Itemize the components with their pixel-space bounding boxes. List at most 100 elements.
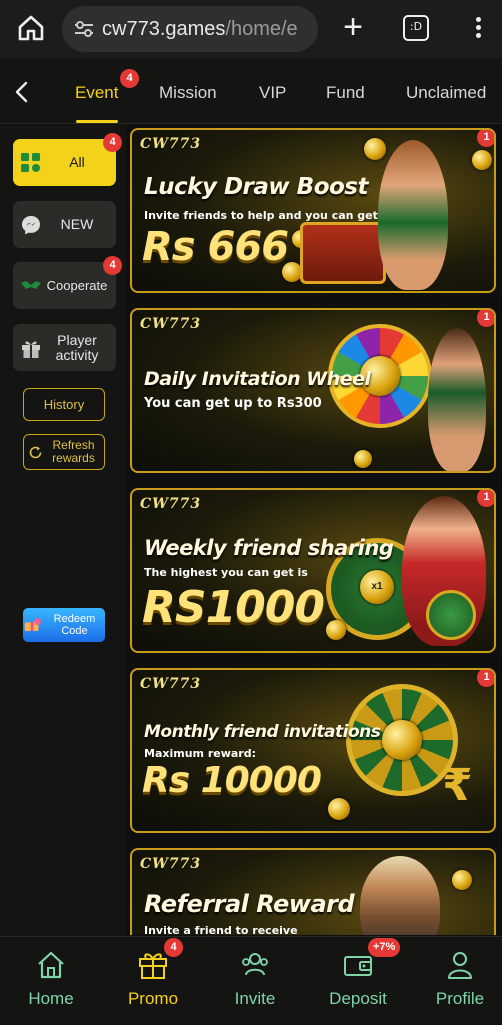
coin-decoration bbox=[354, 450, 372, 468]
banner-badge: 1 bbox=[477, 130, 494, 147]
active-tab-indicator bbox=[76, 120, 118, 123]
nav-label: Home bbox=[28, 989, 74, 1008]
event-tab-badge: 4 bbox=[120, 69, 139, 88]
nav-label: Profile bbox=[435, 989, 485, 1008]
redeem-code-label: Redeem Code bbox=[53, 613, 96, 637]
event-banner-monthly-invitations[interactable]: CW773 ₹ Monthly friend invitations Maxim… bbox=[130, 668, 496, 833]
address-bar[interactable]: cw773.games/home/e bbox=[62, 6, 318, 52]
tab-mission[interactable]: Mission bbox=[159, 83, 217, 103]
event-banner-referral[interactable]: CW773 Referral Reward Invite a friend to… bbox=[130, 848, 496, 935]
banner-subtitle: Invite a friend to receive bbox=[144, 924, 298, 935]
coin-decoration bbox=[364, 138, 386, 160]
banner-amount: Rs 666 bbox=[142, 224, 289, 270]
banner-amount: RS1000 bbox=[142, 582, 325, 633]
banner-title: Lucky Draw Boost bbox=[144, 174, 369, 200]
refresh-rewards-button[interactable]: Refresh rewards bbox=[23, 434, 105, 470]
banner-title: Referral Reward bbox=[144, 890, 355, 918]
banner-badge: 1 bbox=[477, 490, 494, 507]
character-illustration bbox=[428, 328, 486, 471]
share-arrow-icon bbox=[426, 590, 476, 640]
new-tab-icon[interactable]: + bbox=[338, 10, 368, 44]
event-banner-daily-wheel[interactable]: CW773 Daily Invitation Wheel You can get… bbox=[130, 308, 496, 473]
banner-subtitle: Maximum reward: bbox=[144, 747, 256, 760]
event-tabs: Event 4 Mission VIP Fund Unclaimed bbox=[0, 58, 502, 124]
browser-toolbar: cw773.games/home/e + :D bbox=[0, 0, 502, 58]
brand-logo: CW773 bbox=[140, 496, 202, 512]
profile-icon bbox=[448, 952, 472, 979]
deposit-bonus-badge: +7% bbox=[368, 938, 401, 957]
promo-badge: 4 bbox=[164, 938, 183, 957]
banner-title: Daily Invitation Wheel bbox=[144, 368, 371, 390]
site-settings-icon[interactable] bbox=[74, 20, 94, 38]
refresh-rewards-label: Refresh rewards bbox=[52, 438, 95, 465]
character-illustration bbox=[378, 140, 448, 290]
sidebar-item-label: All bbox=[69, 154, 85, 170]
invite-icon bbox=[242, 953, 268, 976]
redeem-gift-icon bbox=[24, 618, 42, 632]
browser-home-icon[interactable] bbox=[16, 13, 46, 43]
banner-badge: 1 bbox=[477, 670, 494, 687]
banner-title: Weekly friend sharing bbox=[144, 536, 394, 560]
nav-label: Promo bbox=[127, 989, 179, 1008]
url-path: /home/e bbox=[225, 17, 298, 40]
nav-profile[interactable]: Profile bbox=[410, 937, 502, 1025]
sidebar-item-player-activity[interactable]: Player activity bbox=[13, 324, 116, 371]
coin-decoration bbox=[452, 870, 472, 890]
chat-bubble-icon bbox=[22, 215, 40, 234]
sidebar-item-label: NEW bbox=[60, 216, 94, 232]
grid-icon bbox=[21, 152, 40, 172]
brand-logo: CW773 bbox=[140, 136, 202, 152]
nav-home[interactable]: Home bbox=[1, 937, 101, 1025]
banner-title: Monthly friend invitations bbox=[144, 722, 381, 742]
brand-logo: CW773 bbox=[140, 676, 202, 692]
sidebar-item-new[interactable]: NEW bbox=[13, 201, 116, 248]
banner-subtitle: You can get up to Rs300 bbox=[144, 396, 322, 411]
wheel-hub: x1 bbox=[360, 570, 394, 604]
gift-icon bbox=[139, 953, 167, 979]
banner-badge: 1 bbox=[477, 310, 494, 327]
sidebar-all-badge: 4 bbox=[103, 133, 122, 152]
nav-label: Deposit bbox=[329, 989, 387, 1008]
treasure-chest bbox=[300, 222, 386, 284]
sidebar-cooperate-badge: 4 bbox=[103, 256, 122, 275]
nav-label: Invite bbox=[234, 989, 276, 1008]
tab-vip[interactable]: VIP bbox=[259, 83, 286, 103]
browser-menu-icon[interactable] bbox=[466, 14, 490, 44]
home-icon bbox=[38, 951, 64, 979]
tab-unclaimed[interactable]: Unclaimed bbox=[406, 83, 486, 103]
refresh-icon bbox=[29, 446, 42, 458]
banner-subtitle: Invite friends to help and you can get bbox=[144, 209, 378, 222]
sidebar-item-label: Cooperate bbox=[46, 278, 108, 293]
sidebar-item-cooperate[interactable]: Cooperate bbox=[13, 262, 116, 309]
event-banner-list: CW773 Lucky Draw Boost Invite friends to… bbox=[126, 125, 502, 935]
category-sidebar: All 4 NEW Cooperate 4 Player activity Hi… bbox=[0, 125, 126, 935]
handshake-icon bbox=[21, 280, 41, 289]
gift-box-icon bbox=[22, 341, 40, 358]
banner-amount: Rs 10000 bbox=[142, 760, 322, 801]
banner-subtitle: The highest you can get is bbox=[144, 566, 308, 579]
tab-event[interactable]: Event bbox=[75, 83, 118, 103]
coin-decoration bbox=[472, 150, 492, 170]
url-text: cw773.games/home/e bbox=[102, 18, 298, 41]
rupee-icon: ₹ bbox=[442, 760, 473, 811]
history-button[interactable]: History bbox=[23, 388, 105, 421]
tab-fund[interactable]: Fund bbox=[326, 83, 365, 103]
nav-invite[interactable]: Invite bbox=[205, 937, 305, 1025]
nav-promo[interactable]: Promo bbox=[103, 937, 203, 1025]
event-banner-lucky-draw[interactable]: CW773 Lucky Draw Boost Invite friends to… bbox=[130, 128, 496, 293]
coin-decoration bbox=[328, 798, 350, 820]
url-host: cw773.games bbox=[102, 17, 226, 40]
wallet-icon bbox=[344, 956, 372, 976]
tab-switcher-icon[interactable]: :D bbox=[403, 15, 429, 41]
coin-decoration bbox=[326, 620, 346, 640]
event-banner-weekly-sharing[interactable]: CW773 x1 Weekly friend sharing The highe… bbox=[130, 488, 496, 653]
character-illustration bbox=[360, 856, 440, 935]
redeem-code-button[interactable]: Redeem Code bbox=[23, 608, 105, 642]
sidebar-item-all[interactable]: All bbox=[13, 139, 116, 186]
brand-logo: CW773 bbox=[140, 856, 202, 872]
back-arrow-icon[interactable] bbox=[12, 80, 32, 104]
wheel-hub bbox=[382, 720, 422, 760]
brand-logo: CW773 bbox=[140, 316, 202, 332]
bottom-navigation: Home Promo 4 Invite Deposit +7% Profile bbox=[0, 936, 502, 1024]
sidebar-item-label: Player activity bbox=[55, 331, 99, 363]
